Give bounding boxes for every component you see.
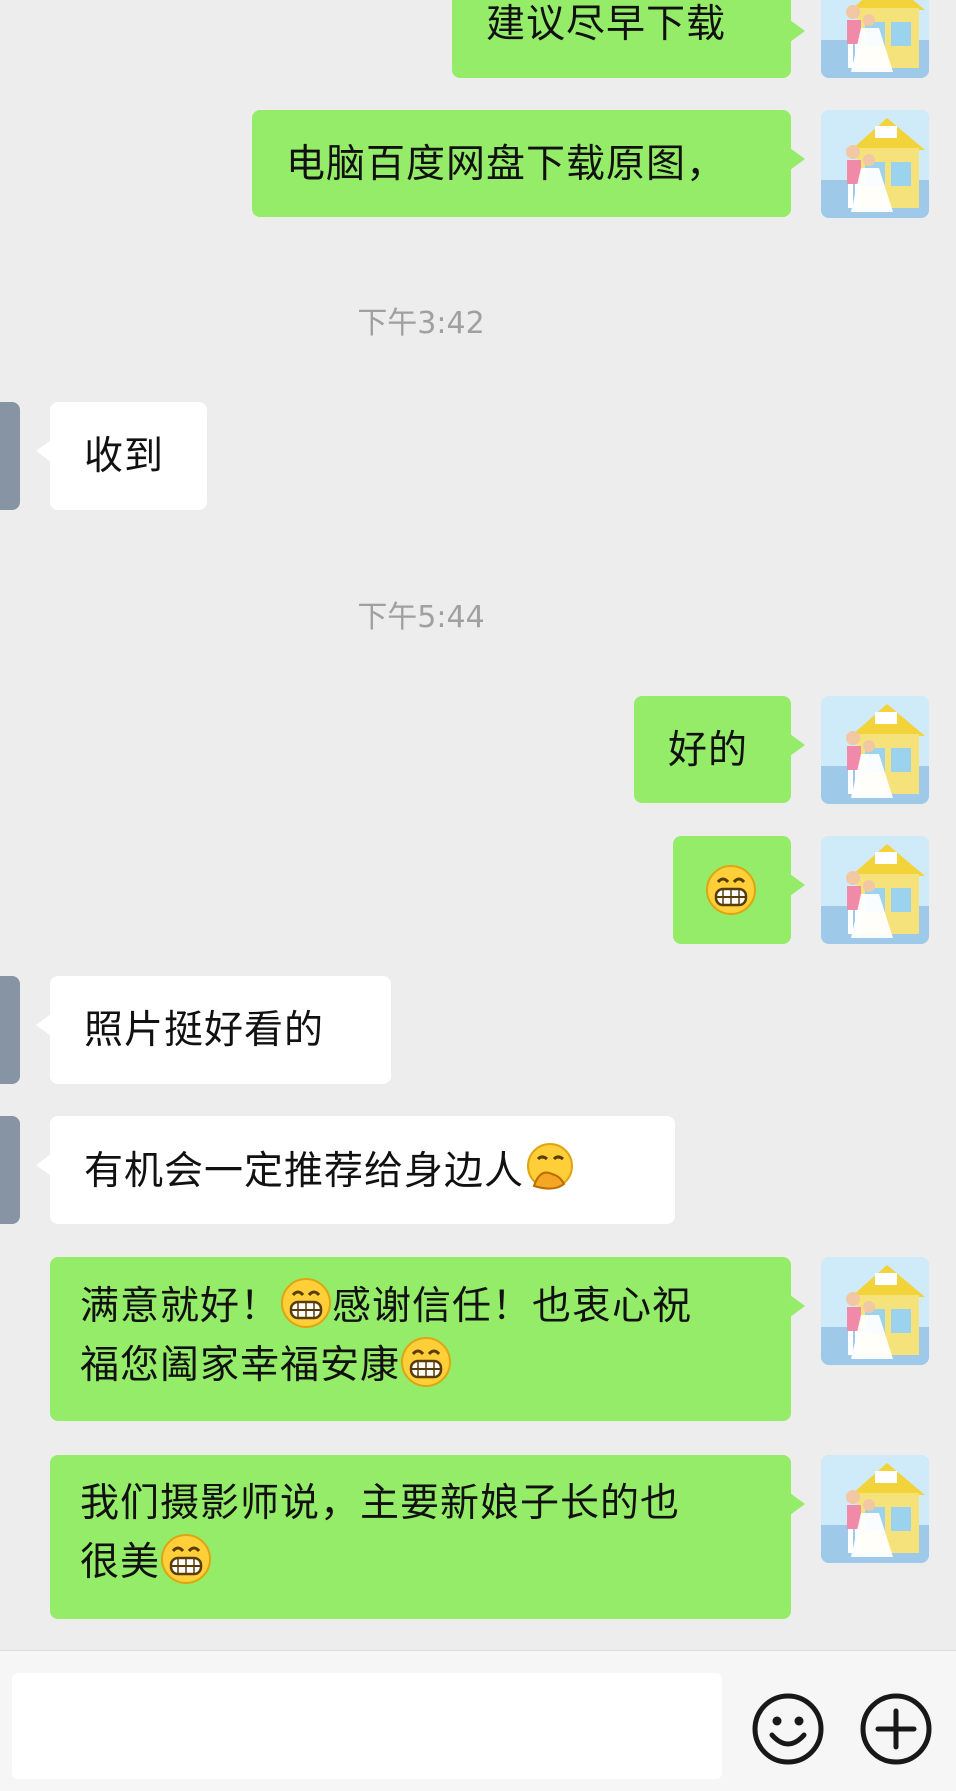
message-text: 照片挺好看的 — [84, 1008, 325, 1053]
avatar[interactable] — [821, 1455, 929, 1563]
emoji-icon[interactable] — [750, 1691, 826, 1767]
timestamp: 下午5:44 — [357, 600, 485, 635]
message-line: 福您阖家幸福安康 — [80, 1336, 761, 1395]
hand-over-mouth-emoji — [524, 1142, 576, 1194]
timestamp: 下午3:42 — [357, 306, 485, 341]
chat-messages[interactable]: 建议尽早下载 电脑百度网盘下载原图， 下午3:42 收到 下午5:44 好的 照… — [0, 0, 956, 1650]
message-text: 有机会一定推荐给身边人 — [84, 1149, 525, 1194]
avatar[interactable] — [821, 836, 929, 944]
avatar[interactable] — [821, 110, 929, 218]
add-icon[interactable] — [858, 1691, 934, 1767]
message-text: 电脑百度网盘下载原图， — [286, 142, 727, 187]
message-text: 感谢信任！也衷心祝 — [332, 1284, 693, 1329]
message-text: 福您阖家幸福安康 — [80, 1343, 401, 1388]
avatar[interactable] — [0, 402, 20, 510]
avatar[interactable] — [821, 1257, 929, 1365]
grin-emoji — [705, 864, 757, 916]
message-text: 很美 — [80, 1540, 161, 1585]
avatar[interactable] — [0, 976, 20, 1084]
message-bubble[interactable]: 电脑百度网盘下载原图， — [252, 110, 805, 217]
message-text: 收到 — [84, 434, 165, 479]
input-bar — [0, 1650, 956, 1791]
message-text: 满意就好！ — [80, 1284, 281, 1329]
message-bubble[interactable]: 我们摄影师说，主要新娘子长的也 很美 — [50, 1455, 805, 1619]
message-bubble[interactable]: 建议尽早下载 — [452, 0, 805, 78]
message-bubble[interactable]: 好的 — [634, 696, 805, 803]
grin-emoji — [400, 1336, 452, 1388]
message-input[interactable] — [12, 1673, 722, 1779]
grin-emoji — [280, 1277, 332, 1329]
message-bubble[interactable]: 有机会一定推荐给身边人 — [36, 1116, 675, 1224]
message-line: 很美 — [80, 1533, 761, 1592]
message-text: 好的 — [668, 728, 749, 773]
grin-emoji — [160, 1533, 212, 1585]
message-text: 建议尽早下载 — [486, 2, 727, 47]
message-line: 满意就好！ 感谢信任！也衷心祝 — [80, 1277, 761, 1336]
message-bubble[interactable]: 满意就好！ 感谢信任！也衷心祝 福您阖家幸福安康 — [50, 1257, 805, 1421]
message-bubble[interactable]: 收到 — [36, 402, 207, 510]
avatar[interactable] — [821, 696, 929, 804]
avatar[interactable] — [821, 0, 929, 78]
avatar[interactable] — [0, 1116, 20, 1224]
message-bubble[interactable]: 照片挺好看的 — [36, 976, 391, 1084]
message-bubble[interactable] — [673, 836, 805, 944]
message-line: 我们摄影师说，主要新娘子长的也 — [80, 1481, 681, 1526]
